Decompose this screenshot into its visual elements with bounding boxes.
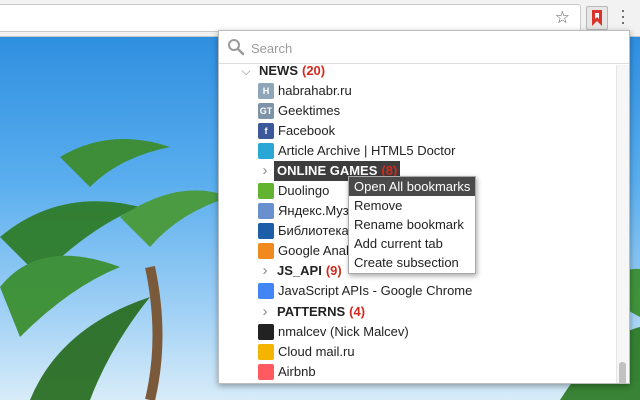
- context-menu-item[interactable]: Remove: [349, 196, 475, 215]
- analytics-icon: [258, 243, 274, 259]
- bookmark-row[interactable]: JavaScript APIs - Google Chrome: [219, 281, 615, 302]
- bookmark-row[interactable]: f Facebook: [219, 121, 615, 141]
- bookmark-row[interactable]: Cloud mail.ru: [219, 342, 615, 362]
- folder-label[interactable]: JS_API (9): [277, 261, 342, 281]
- folder-label[interactable]: NEWS (20): [259, 61, 325, 81]
- bookmark-row[interactable]: Airbnb: [219, 362, 615, 382]
- address-bar[interactable]: ☆: [0, 4, 581, 32]
- context-menu-item[interactable]: Create subsection: [349, 253, 475, 272]
- chevron-right-icon[interactable]: ›: [260, 261, 270, 281]
- search-icon: [228, 39, 245, 56]
- bookmark-title: Article Archive | HTML5 Doctor: [278, 143, 456, 158]
- context-menu-item[interactable]: Rename bookmark: [349, 215, 475, 234]
- airbnb-icon: [258, 364, 274, 380]
- browser-menu-icon[interactable]: · · ·: [620, 1, 626, 31]
- bookmark-title: Geektimes: [278, 103, 341, 118]
- bookmark-row[interactable]: nmalcev (Nick Malcev): [219, 322, 615, 342]
- bookmark-title: nmalcev (Nick Malcev): [278, 324, 409, 339]
- bookmark-row[interactable]: GT Geektimes: [219, 101, 615, 121]
- bookmark-title: Cloud mail.ru: [278, 344, 355, 359]
- bookmark-title: habrahabr.ru: [278, 83, 352, 98]
- folder-count: (9): [325, 263, 342, 278]
- bookmarks-extension-button[interactable]: [586, 6, 608, 30]
- folder-label[interactable]: PATTERNS (4): [277, 302, 365, 322]
- context-menu: Open All bookmarks Remove Rename bookmark A…: [348, 176, 476, 274]
- search-input[interactable]: [249, 36, 613, 60]
- chevron-right-icon[interactable]: ›: [260, 161, 270, 181]
- bookmark-title: Airbnb: [278, 364, 316, 379]
- facebook-icon: f: [258, 123, 274, 139]
- scrollbar-thumb[interactable]: [619, 362, 626, 383]
- folder-name: PATTERNS: [277, 304, 346, 319]
- cloud-icon: [258, 344, 274, 360]
- github-icon: [258, 324, 274, 340]
- habr-icon: H: [258, 83, 274, 99]
- bookmark-title: Duolingo: [278, 183, 330, 198]
- chevron-down-icon[interactable]: ⌵: [241, 61, 251, 81]
- scrollbar[interactable]: [616, 65, 629, 383]
- folder-count: (4): [349, 304, 366, 319]
- chevron-right-icon[interactable]: ›: [260, 302, 270, 322]
- speaker-icon: [258, 203, 274, 219]
- folder-row[interactable]: › PATTERNS (4): [219, 302, 615, 322]
- bookmark-title: JavaScript APIs - Google Chrome: [278, 283, 473, 298]
- bookmark-row[interactable]: Hhabrahabr.ru: [219, 81, 615, 101]
- chrome-icon: [258, 283, 274, 299]
- html5doctor-icon: [258, 143, 274, 159]
- folder-row[interactable]: ⌵ NEWS (20): [219, 61, 615, 81]
- folder-name: NEWS: [259, 63, 298, 78]
- context-menu-item[interactable]: Open All bookmarks: [349, 177, 475, 196]
- duolingo-icon: [258, 183, 274, 199]
- geektimes-icon: GT: [258, 103, 274, 119]
- library-icon: [258, 223, 274, 239]
- bookmark-title: Библиотека: [278, 223, 349, 238]
- bookmark-star-icon[interactable]: ☆: [555, 8, 570, 28]
- bookmark-ribbon-icon: [592, 10, 602, 26]
- folder-count: (20): [302, 63, 326, 78]
- bookmark-title: Facebook: [278, 123, 336, 138]
- context-menu-item[interactable]: Add current tab: [349, 234, 475, 253]
- folder-name: JS_API: [277, 263, 322, 278]
- bookmark-row[interactable]: Article Archive | HTML5 Doctor: [219, 141, 615, 161]
- search-bar: [219, 31, 629, 64]
